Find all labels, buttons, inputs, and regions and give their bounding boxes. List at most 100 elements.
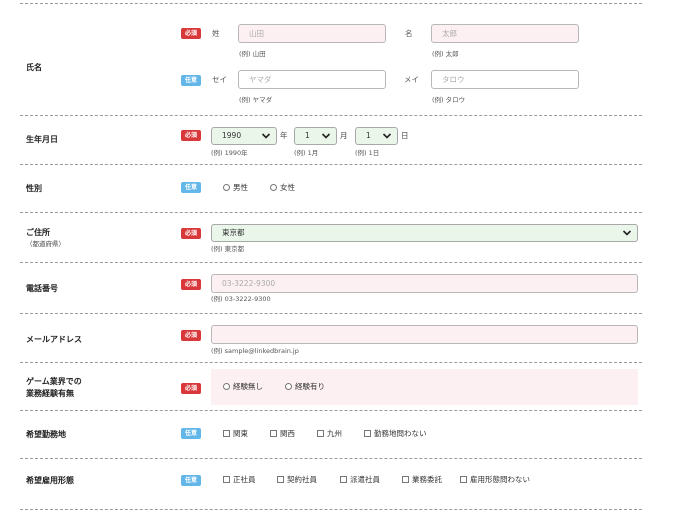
employment-fulltime-label: 正社員: [233, 475, 256, 484]
birth-label: 生年月日: [26, 135, 58, 144]
chevron-down-icon: [261, 133, 271, 139]
employment-any-label: 雇用形態問わない: [470, 475, 530, 484]
sei-kana-hint: (例) ヤマダ: [239, 96, 273, 104]
sei-label: 姓: [212, 29, 220, 38]
birth-month-select[interactable]: 1: [294, 127, 337, 145]
phone-label: 電話番号: [26, 284, 58, 293]
prefecture-value: 東京都: [222, 228, 245, 237]
optional-badge: 任意: [181, 428, 201, 439]
employment-contract-checkbox[interactable]: 契約社員: [277, 474, 317, 486]
phone-hint: (例) 03-3222-9300: [211, 295, 271, 303]
employment-freelance-label: 業務委託: [412, 475, 442, 484]
name-label: 氏名: [26, 63, 42, 72]
checkbox-icon: [364, 430, 371, 437]
checkbox-icon: [270, 430, 277, 437]
checkbox-icon: [460, 476, 467, 483]
checkbox-icon: [223, 476, 230, 483]
required-badge: 必須: [181, 330, 201, 341]
birth-month-value: 1: [305, 131, 310, 140]
checkbox-icon: [402, 476, 409, 483]
required-badge: 必須: [181, 279, 201, 290]
experience-radio-group: [211, 369, 638, 405]
checkbox-icon: [223, 430, 230, 437]
mei-kana-input[interactable]: タロウ: [431, 70, 579, 89]
required-badge: 必須: [181, 383, 201, 394]
birth-year-value: 1990: [222, 131, 242, 140]
employment-freelance-checkbox[interactable]: 業務委託: [402, 474, 442, 486]
birth-day-value: 1: [366, 131, 371, 140]
email-label: メールアドレス: [26, 335, 82, 344]
email-input[interactable]: [211, 325, 638, 344]
sei-hint: (例) 山田: [239, 50, 266, 58]
optional-badge: 任意: [181, 182, 201, 193]
mei-label: 名: [405, 29, 413, 38]
email-hint: (例) sample@linkedbrain.jp: [211, 347, 299, 355]
divider: [20, 313, 642, 314]
birth-month-hint: (例) 1月: [294, 149, 319, 157]
gender-label: 性別: [26, 184, 42, 193]
location-any-label: 勤務地問わない: [374, 429, 427, 438]
month-unit: 月: [340, 131, 348, 140]
experience-label-line1: ゲーム業界での: [26, 377, 82, 386]
bottom-divider: [20, 509, 642, 510]
location-kyushu-checkbox[interactable]: 九州: [317, 428, 342, 440]
sei-kana-input[interactable]: ヤマダ: [238, 70, 386, 89]
radio-icon: [285, 383, 292, 390]
employment-label: 希望雇用形態: [26, 476, 74, 485]
employment-dispatch-checkbox[interactable]: 派遣社員: [340, 474, 380, 486]
phone-input[interactable]: 03-3222-9300: [211, 274, 638, 293]
prefecture-hint: (例) 東京都: [211, 245, 245, 253]
location-kanto-checkbox[interactable]: 関東: [223, 428, 248, 440]
divider: [20, 262, 642, 263]
mei-hint: (例) 太郎: [432, 50, 459, 58]
divider: [20, 115, 642, 116]
employment-dispatch-label: 派遣社員: [350, 475, 380, 484]
mei-kana-label: メイ: [404, 75, 419, 84]
employment-contract-label: 契約社員: [287, 475, 317, 484]
divider: [20, 212, 642, 213]
required-badge: 必須: [181, 130, 201, 141]
mei-kana-hint: (例) タロウ: [432, 96, 466, 104]
sei-input[interactable]: 山田: [238, 24, 386, 43]
top-divider: [20, 3, 642, 4]
mei-input[interactable]: 太郎: [431, 24, 579, 43]
year-unit: 年: [280, 131, 288, 140]
location-kansai-checkbox[interactable]: 関西: [270, 428, 295, 440]
divider: [20, 362, 642, 363]
gender-male-label: 男性: [233, 183, 248, 192]
birth-day-select[interactable]: 1: [355, 127, 398, 145]
checkbox-icon: [340, 476, 347, 483]
optional-badge: 任意: [181, 75, 201, 86]
experience-no-label: 経験無し: [233, 382, 263, 391]
chevron-down-icon: [321, 133, 331, 139]
gender-female-radio[interactable]: 女性: [270, 182, 295, 194]
prefecture-select[interactable]: 東京都: [211, 224, 638, 242]
gender-female-label: 女性: [280, 183, 295, 192]
experience-label-line2: 業務経験有無: [26, 389, 74, 398]
birth-day-hint: (例) 1日: [355, 149, 380, 157]
radio-icon: [223, 184, 230, 191]
location-kansai-label: 関西: [280, 429, 295, 438]
location-any-checkbox[interactable]: 勤務地問わない: [364, 428, 427, 440]
experience-no-radio[interactable]: 経験無し: [223, 381, 263, 393]
address-sublabel: （都道府県）: [26, 240, 65, 248]
required-badge: 必須: [181, 28, 201, 39]
optional-badge: 任意: [181, 475, 201, 486]
radio-icon: [223, 383, 230, 390]
day-unit: 日: [401, 131, 409, 140]
experience-yes-label: 経験有り: [295, 382, 325, 391]
employment-fulltime-checkbox[interactable]: 正社員: [223, 474, 256, 486]
location-kyushu-label: 九州: [327, 429, 342, 438]
checkbox-icon: [277, 476, 284, 483]
birth-year-select[interactable]: 1990: [211, 127, 277, 145]
sei-kana-label: セイ: [212, 75, 227, 84]
divider: [20, 410, 642, 411]
chevron-down-icon: [382, 133, 392, 139]
experience-yes-radio[interactable]: 経験有り: [285, 381, 325, 393]
radio-icon: [270, 184, 277, 191]
divider: [20, 164, 642, 165]
chevron-down-icon: [622, 230, 632, 236]
employment-any-checkbox[interactable]: 雇用形態問わない: [460, 474, 530, 486]
divider: [20, 458, 642, 459]
gender-male-radio[interactable]: 男性: [223, 182, 248, 194]
